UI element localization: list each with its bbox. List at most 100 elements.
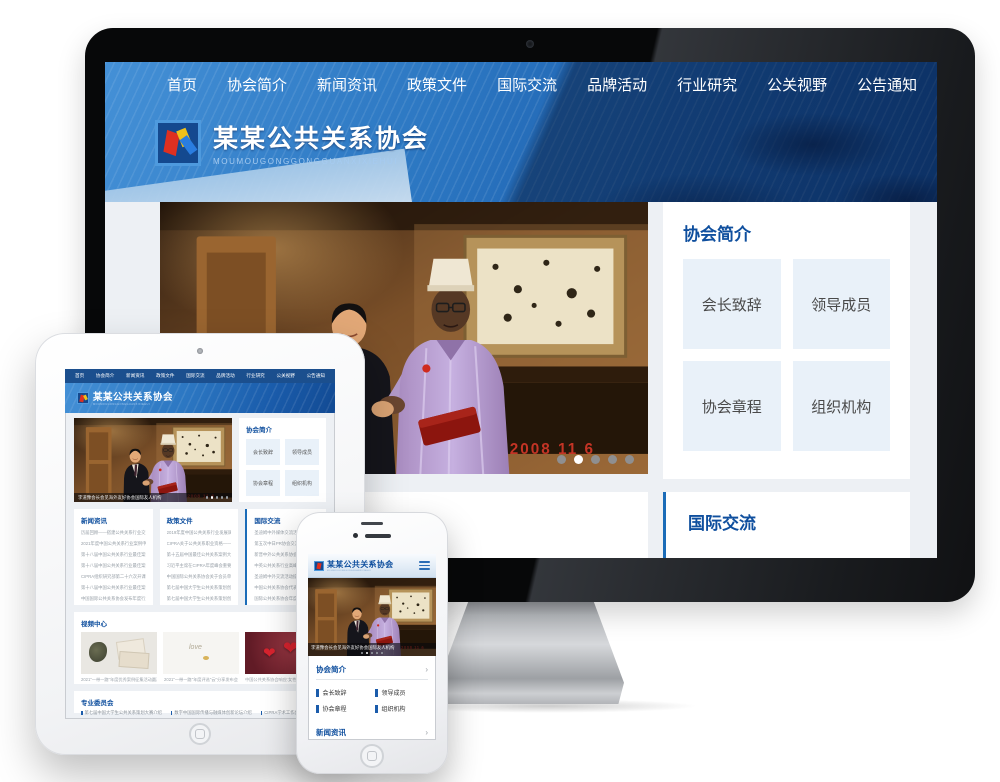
tablet-nav: 首页 协会简介 新闻资讯 政策文件 国际交流 品牌活动 行业研究 公关视野 公告…: [65, 369, 335, 383]
tablet-home-button[interactable]: [189, 723, 211, 745]
tablet-site-logo[interactable]: 某某公共关系协会 MOUMOUGONGGONGGUANXIXIEHUI: [77, 389, 335, 406]
tablet-nav-item[interactable]: 行业研究: [246, 373, 264, 379]
carousel-dot[interactable]: [557, 455, 566, 464]
main-nav: 首页 协会简介 新闻资讯 政策文件 国际交流 品牌活动 行业研究 公关视野 公告…: [105, 62, 937, 95]
committee-link[interactable]: 数字中国国际传播与融媒体创新论坛介绍: [171, 710, 252, 716]
chevron-right-icon[interactable]: ›: [425, 729, 428, 737]
carousel-dot[interactable]: [206, 496, 209, 499]
tablet-screen: 首页 协会简介 新闻资讯 政策文件 国际交流 品牌活动 行业研究 公关视野 公告…: [65, 369, 335, 719]
tablet-nav-item[interactable]: 协会简介: [96, 373, 114, 379]
tablet-nav-item[interactable]: 国际交流: [186, 373, 204, 379]
site-title-pinyin: MOUMOUGONGGONGGUANXIXIEHUI: [213, 157, 429, 166]
nav-item-news[interactable]: 新闻资讯: [317, 74, 377, 95]
carousel-dot[interactable]: [226, 496, 229, 499]
news-item-link[interactable]: 第十八届中国公共关系行业最佳案例颁奖典礼: [81, 582, 146, 593]
video-thumbnail[interactable]: love: [163, 632, 239, 674]
nav-item-notice[interactable]: 公告通知: [857, 74, 917, 95]
monitor-stand: [438, 598, 624, 704]
nav-item-brand[interactable]: 品牌活动: [587, 74, 647, 95]
phone-about-section-header[interactable]: 协会简介 ›: [316, 658, 428, 680]
video-thumbnail[interactable]: [81, 632, 157, 674]
site-logo[interactable]: 某某公共关系协会 MOUMOUGONGGONGGUANXIXIEHUI: [155, 119, 937, 166]
webcam-icon: [526, 40, 534, 48]
tablet-site-header: 某某公共关系协会 MOUMOUGONGGONGGUANXIXIEHUI: [65, 383, 335, 413]
tablet-nav-item[interactable]: 政策文件: [156, 373, 174, 379]
tablet-nav-item[interactable]: 公告通知: [307, 373, 325, 379]
tablet-hero-slider[interactable]: 李道豫会长会见海外友好协会国际友人机构: [74, 418, 232, 502]
policy-item-link[interactable]: 习近平主席在CIPRA年度峰会重要讲话精神: [167, 560, 232, 571]
nav-item-policy[interactable]: 政策文件: [407, 74, 467, 95]
slider-caption[interactable]: 李道豫会长会见海外友好协会国际友人机构: [311, 645, 433, 651]
carousel-dot[interactable]: [371, 652, 374, 655]
phone-site-logo[interactable]: 某某公共关系协会 MOUMOUGONGGONGGUANXIXIEHUI: [327, 559, 393, 572]
news-item-link[interactable]: 中国国际公共关系协会发布年度行业调查报告: [81, 593, 146, 604]
policy-item-link[interactable]: CIPRA关于公共关系职业资格——重点篇: [167, 538, 232, 549]
carousel-dot[interactable]: [221, 496, 224, 499]
about-tile-president[interactable]: 会长致辞: [683, 259, 781, 349]
nav-item-about[interactable]: 协会简介: [227, 74, 287, 95]
hamburger-menu-icon[interactable]: [419, 561, 430, 570]
about-tile-organization[interactable]: 组织机构: [793, 361, 891, 451]
tablet-nav-item[interactable]: 首页: [75, 373, 84, 379]
committee-heading: 专业委员会: [81, 697, 319, 707]
policy-item-link[interactable]: 第七届中国大学生公共关系策划创业大赛通知: [167, 593, 232, 604]
news-item-link[interactable]: 第十八届中国公共关系行业最佳案例大赛评审: [81, 560, 146, 571]
tablet-committee-card: 专业委员会 第七届中国大学生公共关系策划大赛介绍 数字中国国际传播与融媒体创新论…: [74, 691, 326, 713]
carousel-dots: [311, 652, 433, 655]
phone-camera-icon: [353, 533, 358, 538]
about-heading: 协会简介: [316, 664, 346, 675]
nav-item-home[interactable]: 首页: [167, 74, 197, 95]
about-tile-leaders[interactable]: 领导成员: [793, 259, 891, 349]
tablet-nav-item[interactable]: 新闻资讯: [126, 373, 144, 379]
about-tile-president[interactable]: 会长致辞: [316, 688, 369, 697]
carousel-dot[interactable]: [381, 652, 384, 655]
tablet-nav-item[interactable]: 品牌活动: [216, 373, 234, 379]
about-tile-charter[interactable]: 协会章程: [683, 361, 781, 451]
international-card: 国际交流: [663, 492, 910, 558]
slider-caption[interactable]: 李道豫会长会见海外友好协会国际友人机构: [78, 493, 161, 502]
about-tile-president[interactable]: 会长致辞: [246, 439, 280, 465]
heart-icon: ❤: [263, 644, 276, 662]
nav-item-international[interactable]: 国际交流: [497, 74, 557, 95]
about-tile-organization[interactable]: 组织机构: [285, 470, 319, 496]
carousel-dots: [206, 496, 229, 499]
about-tile-charter[interactable]: 协会章程: [316, 704, 369, 713]
nav-item-pr-view[interactable]: 公关视野: [767, 74, 827, 95]
video-heading: 视频中心: [81, 618, 319, 628]
carousel-dot[interactable]: [361, 652, 364, 655]
about-heading: 协会简介: [683, 220, 890, 245]
carousel-dot-active[interactable]: [366, 652, 369, 655]
policy-item-link[interactable]: 第十五届中国最佳公共关系案例大赛评审结果: [167, 549, 232, 560]
phone-earpiece: [361, 522, 383, 525]
phone-news-section-header[interactable]: 新闻资讯 ›: [316, 721, 428, 740]
about-tile-charter[interactable]: 协会章程: [246, 470, 280, 496]
phone-hero-slider[interactable]: 李道豫会长会见海外友好协会国际友人机构: [308, 578, 436, 656]
phone-home-button[interactable]: [360, 744, 384, 768]
policy-item-link[interactable]: 2019年度中国公共关系行业发展调查报告: [167, 527, 232, 538]
about-tile-organization[interactable]: 组织机构: [375, 704, 428, 713]
tablet-camera-icon: [197, 348, 203, 354]
about-tile-leaders[interactable]: 领导成员: [375, 688, 428, 697]
news-item-link[interactable]: 历届回顾——搭建公共关系行业交流新平台: [81, 527, 146, 538]
chevron-right-icon[interactable]: ›: [425, 666, 428, 674]
news-item-link[interactable]: 2021年度中国公共关系行业案例申报启动: [81, 538, 146, 549]
carousel-dot[interactable]: [591, 455, 600, 464]
policy-heading: 政策文件: [167, 515, 232, 525]
carousel-dot[interactable]: [216, 496, 219, 499]
policy-item-link[interactable]: 第七届中国大学生公共关系策划创业大赛启动: [167, 582, 232, 593]
nav-item-research[interactable]: 行业研究: [677, 74, 737, 95]
committee-link[interactable]: 第七届中国大学生公共关系策划大赛介绍: [81, 710, 162, 716]
carousel-dot[interactable]: [608, 455, 617, 464]
carousel-dot[interactable]: [625, 455, 634, 464]
international-heading: 国际交流: [688, 509, 888, 534]
carousel-dot-active[interactable]: [211, 496, 214, 499]
news-item-link[interactable]: CIPRA组织研究部第二十六次开课通知: [81, 571, 146, 582]
carousel-dot-active[interactable]: [574, 455, 583, 464]
policy-item-link[interactable]: 中国国际公共关系协会关于会员单位续费通知: [167, 571, 232, 582]
about-tile-leaders[interactable]: 领导成员: [285, 439, 319, 465]
logo-flag-icon: [314, 561, 324, 571]
news-item-link[interactable]: 第十八届中国公共关系行业最佳案例大赛预告: [81, 549, 146, 560]
tablet-nav-item[interactable]: 公关视野: [276, 373, 294, 379]
carousel-dot[interactable]: [376, 652, 379, 655]
tablet-policy-card: 政策文件 2019年度中国公共关系行业发展调查报告 CIPRA关于公共关系职业资…: [160, 509, 239, 605]
